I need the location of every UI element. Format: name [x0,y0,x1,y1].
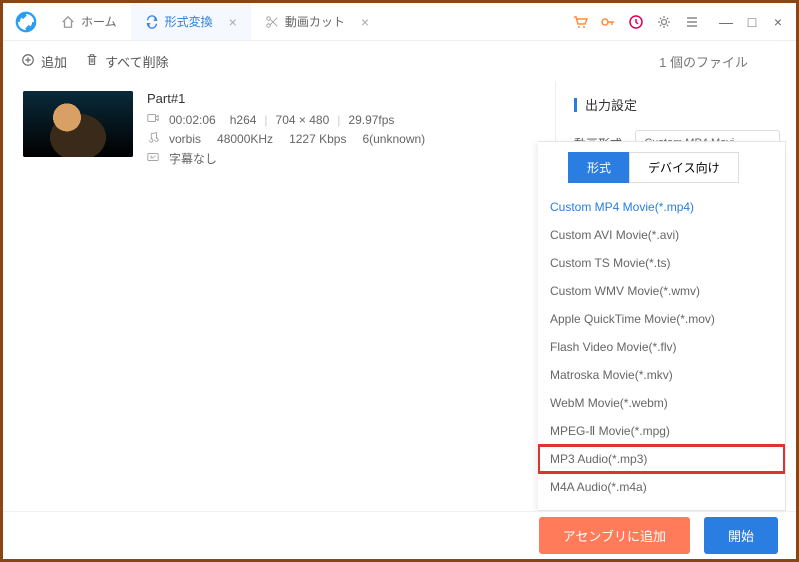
audio-icon [147,131,161,146]
format-option[interactable]: Custom TS Movie(*.ts) [538,249,785,277]
close-icon[interactable]: × [361,14,369,30]
window-controls: — □ × [718,14,786,30]
cart-icon[interactable] [572,14,588,30]
tab-convert[interactable]: 形式変換 × [131,3,251,40]
close-button[interactable]: × [770,14,786,30]
subtitle-icon [147,151,161,166]
home-icon [61,15,75,29]
format-list: Custom MP4 Movie(*.mp4) Custom AVI Movie… [538,183,785,507]
format-option[interactable]: Custom AVI Movie(*.avi) [538,221,785,249]
format-option[interactable]: M4A Audio(*.m4a) [538,473,785,501]
footer: アセンブリに追加 開始 [3,511,796,559]
key-icon[interactable] [600,14,616,30]
file-item[interactable]: Part#1 00:02:06 h264 | 704 × 480 | 29.97… [19,81,539,181]
dropdown-tab-device[interactable]: デバイス向け [629,152,739,183]
video-icon [147,112,161,127]
format-dropdown: 形式 デバイス向け Custom MP4 Movie(*.mp4) Custom… [538,141,786,511]
file-title: Part#1 [147,91,535,106]
format-option[interactable]: Flash Video Movie(*.flv) [538,333,785,361]
trash-icon [85,53,99,70]
tab-home-label: ホーム [81,13,117,30]
tab-convert-label: 形式変換 [165,13,213,30]
format-option[interactable]: WebM Movie(*.webm) [538,389,785,417]
settings-icon[interactable] [656,14,672,30]
fps: 29.97fps [348,113,394,127]
format-option[interactable]: Custom WMV Movie(*.wmv) [538,277,785,305]
add-label: 追加 [41,52,67,71]
format-option-mp3[interactable]: MP3 Audio(*.mp3) [538,445,785,473]
start-button[interactable]: 開始 [704,517,778,554]
titlebar: ホーム 形式変換 × 動画カット × — □ × [3,3,796,41]
menu-icon[interactable] [684,14,700,30]
add-to-assembly-button[interactable]: アセンブリに追加 [539,517,690,554]
tab-cut-label: 動画カット [285,13,345,30]
close-icon[interactable]: × [229,14,237,30]
history-icon[interactable] [628,14,644,30]
delete-all-label: すべて削除 [105,52,169,71]
thumbnail [23,91,133,157]
dropdown-tab-format[interactable]: 形式 [568,152,629,183]
file-list: Part#1 00:02:06 h264 | 704 × 480 | 29.97… [3,81,556,511]
subtitle: 字幕なし [169,150,217,167]
file-info: Part#1 00:02:06 h264 | 704 × 480 | 29.97… [147,91,535,171]
file-count: 1 個のファイル [659,52,748,71]
channels: 6(unknown) [362,132,425,146]
format-option[interactable]: Custom MP4 Movie(*.mp4) [538,193,785,221]
delete-all-button[interactable]: すべて削除 [85,52,169,71]
app-logo [13,9,39,35]
convert-icon [145,15,159,29]
plus-icon [21,53,35,70]
duration: 00:02:06 [169,113,216,127]
tab-cut[interactable]: 動画カット × [251,3,383,40]
titlebar-actions: — □ × [572,14,796,30]
output-section-title: 出力設定 [574,95,780,114]
acodec: vorbis [169,132,201,146]
output-settings: 出力設定 動画形式: Custom MP4 Movi... ⌵ 形式 デバイス向… [556,81,796,511]
vcodec: h264 [230,113,257,127]
maximize-button[interactable]: □ [744,14,760,30]
tab-bar: ホーム 形式変換 × 動画カット × [47,3,383,40]
bitrate: 1227 Kbps [289,132,346,146]
toolbar: 追加 すべて削除 1 個のファイル [3,41,796,81]
format-option[interactable]: Apple QuickTime Movie(*.mov) [538,305,785,333]
tab-home[interactable]: ホーム [47,3,131,40]
add-button[interactable]: 追加 [21,52,67,71]
main: Part#1 00:02:06 h264 | 704 × 480 | 29.97… [3,81,796,511]
minimize-button[interactable]: — [718,14,734,30]
format-option[interactable]: MPEG-Ⅱ Movie(*.mpg) [538,417,785,445]
scissors-icon [265,15,279,29]
format-option[interactable]: Matroska Movie(*.mkv) [538,361,785,389]
sample-rate: 48000KHz [217,132,273,146]
resolution: 704 × 480 [276,113,330,127]
